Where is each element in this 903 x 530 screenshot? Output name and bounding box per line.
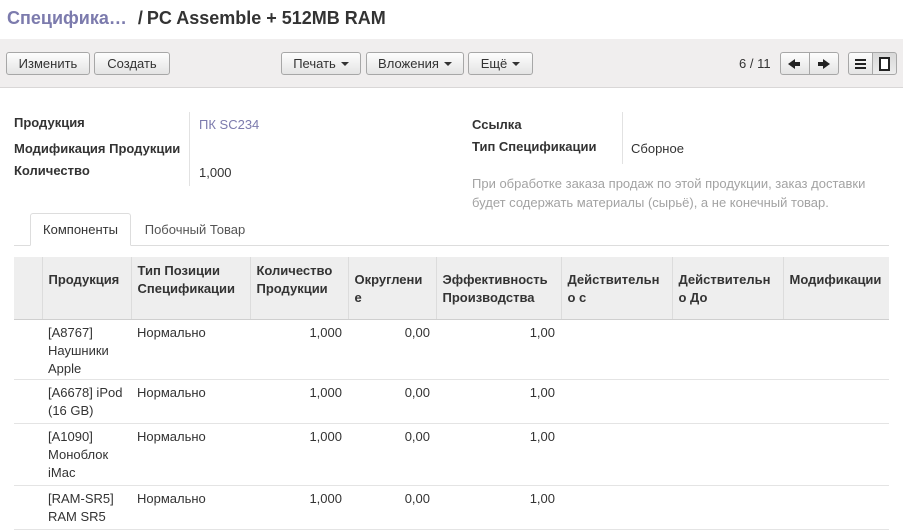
components-table: Продукция Тип Позиции Спецификации Колич… xyxy=(14,257,889,530)
reference-label: Ссылка xyxy=(472,117,522,132)
cell-valid-from xyxy=(561,379,672,424)
attachments-dropdown-button[interactable]: Вложения xyxy=(366,52,464,75)
column-header-quantity[interactable]: Количество Продукции xyxy=(249,257,348,320)
cell-variants xyxy=(783,379,889,424)
cell-quantity: 1,000 xyxy=(250,379,348,424)
bom-type-value: Сборное xyxy=(631,141,684,156)
table-row[interactable]: [RAM-SR5] RAM SR5 Нормально 1,000 0,00 1… xyxy=(14,485,889,530)
column-header-valid-from[interactable]: Действительно с xyxy=(560,257,672,320)
tab-components[interactable]: Компоненты xyxy=(30,213,131,246)
cell-quantity: 1,000 xyxy=(250,485,348,530)
table-row[interactable]: [A8767] Наушники Apple Нормально 1,000 0… xyxy=(14,319,889,380)
select-column-header xyxy=(14,257,42,320)
cell-variants xyxy=(783,485,889,530)
quantity-label: Количество xyxy=(14,163,90,178)
product-label: Продукция xyxy=(14,115,85,130)
cell-valid-to xyxy=(672,319,783,380)
arrow-left-icon xyxy=(788,58,800,69)
arrow-right-icon xyxy=(818,58,830,69)
list-view-button[interactable] xyxy=(848,52,873,75)
cell-product: [A1090] Моноблок iMac xyxy=(42,423,131,486)
cell-valid-from xyxy=(561,485,672,530)
table-row[interactable]: [A1090] Моноблок iMac Нормально 1,000 0,… xyxy=(14,423,889,486)
column-header-efficiency[interactable]: Эффективность Производства xyxy=(435,257,561,320)
table-header-row: Продукция Тип Позиции Спецификации Колич… xyxy=(14,257,889,320)
cell-efficiency: 1,00 xyxy=(436,485,561,530)
cell-rounding: 0,00 xyxy=(348,423,436,486)
cell-line-type: Нормально xyxy=(131,485,250,530)
caret-down-icon xyxy=(340,61,349,66)
product-variant-label: Модификация Продукции xyxy=(14,141,181,156)
cell-quantity: 1,000 xyxy=(250,423,348,486)
bom-type-help-text: При обработке заказа продаж по этой прод… xyxy=(472,176,866,210)
cell-valid-to xyxy=(672,485,783,530)
page-title: PC Assemble + 512MB RAM xyxy=(146,8,386,28)
more-button-label: Ещё xyxy=(480,56,508,71)
cell-valid-from xyxy=(561,319,672,380)
cell-efficiency: 1,00 xyxy=(436,319,561,380)
field-separator xyxy=(622,112,623,164)
column-header-line-type[interactable]: Тип Позиции Спецификации xyxy=(130,257,250,320)
cell-line-type: Нормально xyxy=(131,319,250,380)
print-button-label: Печать xyxy=(293,56,336,71)
cell-line-type: Нормально xyxy=(131,379,250,424)
cell-variants xyxy=(783,319,889,380)
product-value-link[interactable]: ПК SC234 xyxy=(199,117,259,132)
create-button[interactable]: Создать xyxy=(94,52,170,75)
cell-rounding: 0,00 xyxy=(348,319,436,380)
cell-valid-to xyxy=(672,379,783,424)
row-selector xyxy=(14,423,42,486)
cell-efficiency: 1,00 xyxy=(436,423,561,486)
cell-rounding: 0,00 xyxy=(348,485,436,530)
pager-next-button[interactable] xyxy=(809,52,839,75)
control-bar: Изменить Создать Печать Вложения Ещё 6 /… xyxy=(0,39,903,88)
breadcrumb-separator: / xyxy=(137,8,143,28)
row-selector xyxy=(14,485,42,530)
cell-valid-from xyxy=(561,423,672,486)
table-row[interactable]: [A6678] iPod (16 GB) Нормально 1,000 0,0… xyxy=(14,379,889,424)
pager-value[interactable]: 6 / 11 xyxy=(739,56,771,71)
tab-byproducts[interactable]: Побочный Товар xyxy=(134,213,256,246)
cell-efficiency: 1,00 xyxy=(436,379,561,424)
attachments-button-label: Вложения xyxy=(378,56,439,71)
caret-down-icon xyxy=(512,61,521,66)
breadcrumb-parent-link[interactable]: Специфика… xyxy=(7,8,127,28)
form-view-icon xyxy=(879,56,890,71)
bom-type-label: Тип Спецификации xyxy=(472,139,597,154)
cell-rounding: 0,00 xyxy=(348,379,436,424)
column-header-variants[interactable]: Модификации xyxy=(782,257,889,320)
list-view-icon xyxy=(855,58,866,69)
field-separator xyxy=(189,112,190,186)
cell-product: [A8767] Наушники Apple xyxy=(42,319,131,380)
column-header-valid-to[interactable]: Действительно До xyxy=(671,257,783,320)
column-header-rounding[interactable]: Округление xyxy=(347,257,436,320)
more-dropdown-button[interactable]: Ещё xyxy=(468,52,533,75)
quantity-value: 1,000 xyxy=(199,165,232,180)
cell-variants xyxy=(783,423,889,486)
row-selector xyxy=(14,319,42,380)
pager-previous-button[interactable] xyxy=(780,52,810,75)
breadcrumb: Специфика… / PC Assemble + 512MB RAM xyxy=(7,8,386,32)
row-selector xyxy=(14,379,42,424)
caret-down-icon xyxy=(443,61,452,66)
cell-product: [RAM-SR5] RAM SR5 xyxy=(42,485,131,530)
form-view-button[interactable] xyxy=(872,52,897,75)
print-dropdown-button[interactable]: Печать xyxy=(281,52,361,75)
cell-line-type: Нормально xyxy=(131,423,250,486)
cell-valid-to xyxy=(672,423,783,486)
cell-quantity: 1,000 xyxy=(250,319,348,380)
column-header-product[interactable]: Продукция xyxy=(41,257,131,320)
edit-button[interactable]: Изменить xyxy=(6,52,90,75)
cell-product: [A6678] iPod (16 GB) xyxy=(42,379,131,424)
